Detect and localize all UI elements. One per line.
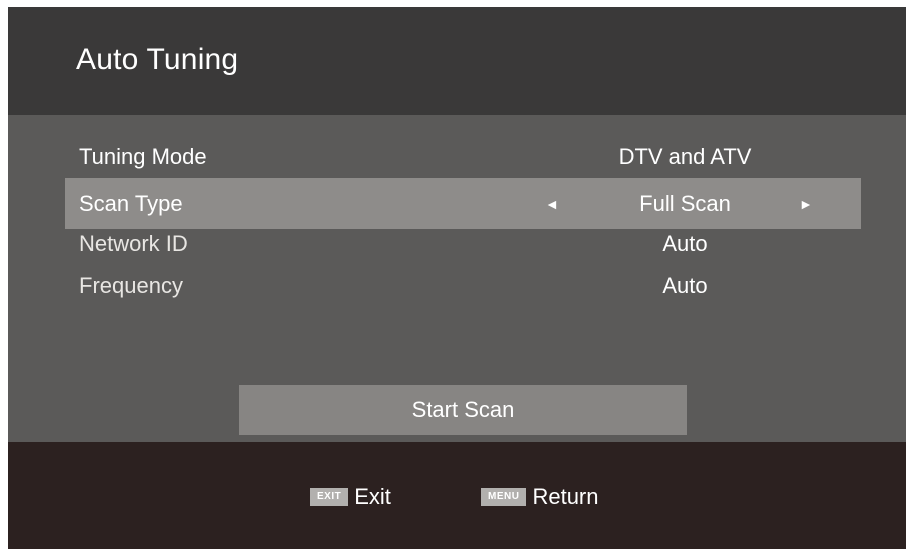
menu-row-label: Frequency <box>79 273 183 298</box>
menu-row-value: Auto <box>662 273 708 298</box>
return-hint[interactable]: MENU Return <box>481 484 599 510</box>
menu-key-icon: MENU <box>481 488 527 506</box>
exit-key-icon: EXIT <box>310 488 349 506</box>
menu-row-tuning-mode[interactable]: Tuning Mode DTV and ATV <box>65 135 861 179</box>
menu-row-frequency[interactable]: Frequency Auto <box>65 264 861 308</box>
exit-hint-label: Exit <box>354 484 391 509</box>
menu-row-value: Auto <box>662 231 708 256</box>
menu-row-label: Network ID <box>79 231 188 256</box>
menu-row-label: Tuning Mode <box>79 144 207 169</box>
return-hint-label: Return <box>532 484 599 509</box>
exit-hint[interactable]: EXIT Exit <box>310 484 391 510</box>
tv-menu-screen: Auto Tuning Tuning Mode DTV and ATV Scan… <box>8 7 906 549</box>
start-scan-button[interactable]: Start Scan <box>239 385 687 435</box>
menu-row-label: Scan Type <box>79 190 183 216</box>
menu-footer: EXIT Exit MENU Return <box>8 442 906 549</box>
menu-header: Auto Tuning <box>8 7 906 115</box>
arrow-right-icon[interactable]: ► <box>799 196 813 212</box>
menu-row-value: Full Scan <box>639 190 731 216</box>
menu-row-network-id[interactable]: Network ID Auto <box>65 222 861 266</box>
page-title: Auto Tuning <box>76 43 239 76</box>
menu-row-value: DTV and ATV <box>618 144 752 169</box>
